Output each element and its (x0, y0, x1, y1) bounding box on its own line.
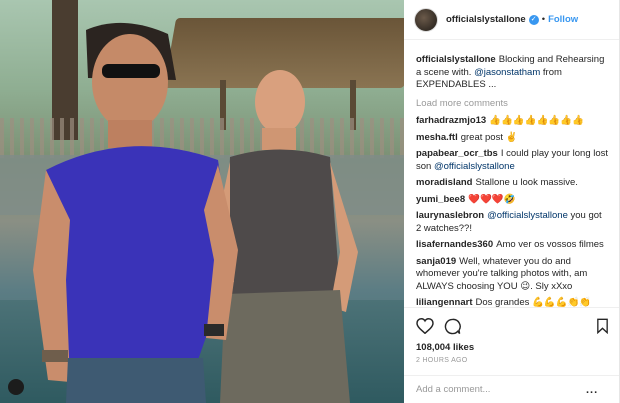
comment-item: liliangennart Dos grandes 💪💪💪👏👏 (416, 297, 609, 307)
comment-item: sanja019 Well, whatever you do and whomev… (416, 256, 609, 294)
post-photo[interactable] (0, 0, 404, 403)
comment-item: yumi_bee8 ❤️❤️❤️🤣 (416, 194, 609, 207)
comment-text: ❤️❤️❤️🤣 (468, 193, 516, 205)
instagram-post: officialslystallone ✓ • Follow officials… (0, 0, 620, 403)
bookmark-icon[interactable] (596, 318, 609, 334)
caption-username[interactable]: officialslystallone (416, 54, 496, 65)
comment-username[interactable]: mesha.ftl (416, 132, 458, 143)
verified-icon: ✓ (528, 14, 539, 25)
post-header: officialslystallone ✓ • Follow (404, 0, 619, 40)
comment-username[interactable]: sanja019 (416, 256, 456, 267)
comment-item: lisafernandes360 Amo ver os vossos filmes (416, 239, 609, 252)
comment-username[interactable]: moradisland (416, 177, 473, 188)
caption-mention[interactable]: @jasonstatham (474, 67, 540, 78)
comment-text: Amo ver os vossos filmes (496, 239, 604, 250)
post-side-panel: officialslystallone ✓ • Follow officials… (404, 0, 619, 403)
comment-username[interactable]: papabear_ocr_tbs (416, 148, 498, 159)
comment-username[interactable]: laurynaslebron (416, 210, 484, 221)
comment-username[interactable]: liliangennart (416, 297, 472, 307)
add-comment-bar: ... (404, 375, 619, 403)
load-more-comments-button[interactable]: Load more comments (416, 98, 609, 111)
post-timestamp[interactable]: 2 HOURS AGO (416, 357, 609, 364)
user-tag-icon[interactable] (8, 379, 24, 395)
comment-text: Dos grandes 💪💪💪👏👏 (475, 297, 592, 307)
comment-item: farhadrazmjo13 👍👍👍👍👍👍👍👍 (416, 115, 609, 128)
caption: officialslystallone Blocking and Rehearsi… (416, 54, 609, 92)
comment-username[interactable]: yumi_bee8 (416, 194, 465, 205)
comment-username[interactable]: farhadrazmjo13 (416, 115, 486, 126)
comment-item: mesha.ftl great post ✌️ (416, 132, 609, 145)
comment-item: moradisland Stallone u look massive. (416, 177, 609, 190)
comment-mention[interactable]: @officialslystallone (487, 210, 568, 221)
username-link[interactable]: officialslystallone (446, 14, 526, 25)
heart-icon[interactable] (416, 318, 434, 334)
follow-button[interactable]: Follow (548, 14, 578, 25)
person-blue-shirt (33, 22, 238, 403)
action-icons (416, 316, 609, 336)
comment-item: laurynaslebron @officialslystallone you g… (416, 210, 609, 235)
comment-username[interactable]: lisafernandes360 (416, 239, 493, 250)
comment-item: papabear_ocr_tbs I could play your long l… (416, 148, 609, 173)
avatar[interactable] (414, 7, 438, 32)
comment-icon[interactable] (444, 318, 461, 335)
add-comment-input[interactable] (416, 384, 586, 395)
likes-count[interactable]: 108,004 likes (416, 342, 609, 353)
comment-text: 👍👍👍👍👍👍👍👍 (489, 115, 584, 126)
comments-list: officialslystallone Blocking and Rehearsi… (404, 40, 619, 307)
comment-text: great post ✌️ (460, 131, 518, 143)
comment-mention[interactable]: @officialslystallone (434, 161, 515, 172)
separator-dot: • (541, 14, 546, 25)
more-options-icon[interactable]: ... (586, 384, 598, 396)
comment-text: Stallone u look massive. (475, 177, 578, 188)
